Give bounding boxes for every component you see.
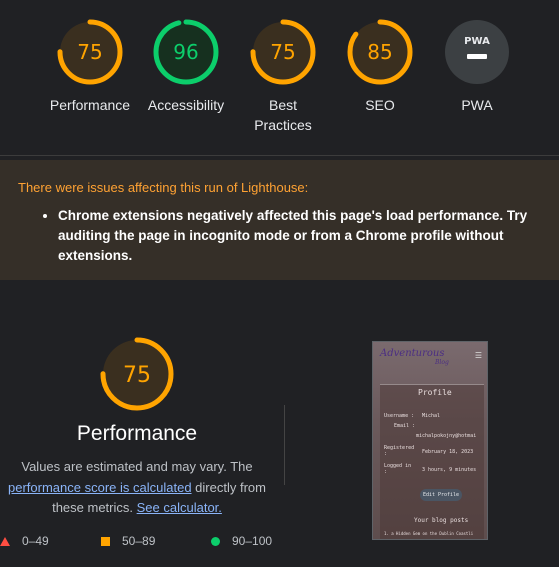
performance-description: Values are estimated and may vary. The p… [0, 457, 274, 519]
blog-brand: Adventurous [380, 348, 445, 359]
score-legend: 0–49 50–89 90–100 [0, 534, 300, 554]
best-practices-label: Best Practices [254, 97, 312, 133]
post-item: 1. a Hidden Gem on the Dublin Coastli [384, 531, 474, 536]
legend-good-range: 90–100 [232, 534, 273, 548]
desc-prefix: Values are estimated and may vary. The [21, 459, 253, 474]
section-divider [0, 155, 559, 156]
performance-main-score: 75 [123, 363, 151, 388]
performance-main-ring: 75 [100, 337, 174, 411]
email-label: Email : [394, 423, 416, 429]
triangle-icon [0, 536, 10, 546]
seo-gauge-ring: 85 [347, 19, 413, 85]
accessibility-gauge-ring: 96 [153, 19, 219, 85]
gauge-accessibility[interactable]: 96 Accessibility [138, 18, 234, 115]
gauge-performance[interactable]: 75 Performance [42, 18, 138, 115]
legend-poor-range: 0–49 [22, 534, 49, 548]
performance-gauge-ring: 75 [57, 19, 123, 85]
pwa-badge-text: PWA [464, 36, 490, 47]
profile-card: Profile Username : Michal Email : michal… [380, 384, 484, 539]
email-value: michalpokojny@hotmai [416, 433, 477, 439]
category-gauges: 75 Performance 96 Accessibility 75 Best … [0, 0, 559, 150]
warning-box: There were issues affecting this run of … [0, 160, 559, 280]
profile-title: Profile [418, 388, 452, 397]
registered-label: Registered : [384, 445, 415, 457]
performance-label: Performance [49, 97, 131, 113]
performance-title: Performance [76, 422, 198, 445]
legend-poor: 0–49 [0, 534, 49, 548]
logged-value: 3 hours, 9 minutes [422, 467, 477, 473]
gauge-best-practices[interactable]: 75 Best Practices [235, 18, 331, 135]
seo-score: 85 [367, 40, 392, 64]
edit-profile-button[interactable]: Edit Profile [420, 489, 462, 501]
accessibility-score: 96 [173, 40, 198, 64]
square-icon [101, 536, 110, 546]
posts-title: Your blog posts [414, 517, 469, 524]
vertical-divider [284, 405, 285, 485]
page-screenshot-thumbnail[interactable]: Adventurous Blog ☰ Profile Username : Mi… [372, 341, 488, 540]
legend-average-range: 50–89 [122, 534, 156, 548]
best-practices-gauge-ring: 75 [250, 19, 316, 85]
blog-brand-sub: Blog [435, 359, 449, 366]
performance-main-gauge: 75 [98, 335, 176, 418]
username-value: Michal [422, 413, 441, 419]
username-label: Username : [384, 413, 415, 419]
see-calculator-link[interactable]: See calculator. [137, 500, 222, 515]
pwa-badge-icon: PWA [445, 20, 509, 84]
warning-list: Chrome extensions negatively affected th… [18, 206, 541, 266]
score-calculated-link[interactable]: performance score is calculated [8, 480, 192, 495]
pwa-label: PWA [461, 97, 493, 113]
legend-good: 90–100 [211, 534, 272, 548]
registered-value: February 18, 2023 [422, 449, 474, 455]
hamburger-icon: ☰ [474, 351, 482, 360]
seo-label: SEO [365, 97, 395, 113]
logged-label: Logged in : [384, 463, 412, 475]
gauge-seo[interactable]: 85 SEO [332, 18, 428, 115]
accessibility-label: Accessibility [147, 97, 225, 113]
legend-average: 50–89 [101, 534, 155, 548]
circle-icon [211, 536, 220, 546]
gauge-pwa[interactable]: PWA PWA [429, 18, 525, 115]
performance-score: 75 [77, 40, 102, 64]
warning-item: Chrome extensions negatively affected th… [58, 206, 541, 266]
best-practices-score: 75 [270, 40, 295, 64]
warning-title: There were issues affecting this run of … [18, 180, 309, 195]
